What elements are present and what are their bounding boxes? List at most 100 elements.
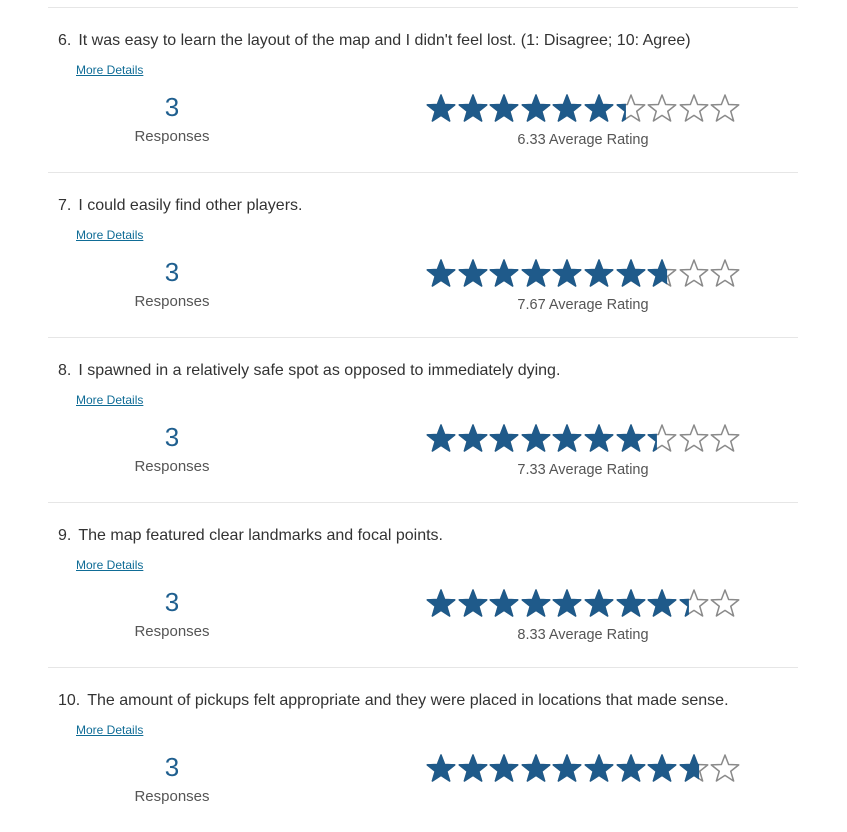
responses-label: Responses bbox=[134, 293, 210, 310]
rating-summary: 6.33 Average Rating bbox=[425, 92, 741, 148]
star-filled-icon bbox=[457, 422, 489, 454]
responses-summary: 3 Responses bbox=[112, 752, 232, 805]
rating-summary: 8.33 Average Rating bbox=[425, 587, 741, 643]
star-filled-icon bbox=[457, 587, 489, 619]
star-rating bbox=[425, 422, 741, 454]
question-text: The map featured clear landmarks and foc… bbox=[78, 527, 443, 544]
more-details-link[interactable]: More Details bbox=[76, 393, 143, 407]
question-number: 6. bbox=[58, 32, 72, 49]
star-filled-icon bbox=[551, 257, 583, 289]
responses-summary: 3 Responses bbox=[112, 422, 232, 475]
star-rating bbox=[425, 587, 741, 619]
star-empty-icon bbox=[709, 422, 741, 454]
question-number: 7. bbox=[58, 197, 72, 214]
question-text: I could easily find other players. bbox=[78, 197, 303, 214]
star-filled-icon bbox=[488, 92, 520, 124]
star-half-icon bbox=[615, 92, 647, 124]
question-text: I spawned in a relatively safe spot as o… bbox=[78, 362, 561, 379]
star-filled-icon bbox=[583, 587, 615, 619]
star-half-icon bbox=[678, 752, 710, 784]
star-empty-icon bbox=[646, 92, 678, 124]
star-half-icon bbox=[646, 257, 678, 289]
star-filled-icon bbox=[520, 587, 552, 619]
question-card: 7. I could easily find other players. Mor… bbox=[48, 173, 798, 338]
average-rating-label: 8.33 Average Rating bbox=[517, 627, 649, 643]
more-details-link[interactable]: More Details bbox=[76, 723, 143, 737]
star-filled-icon bbox=[615, 257, 647, 289]
star-filled-icon bbox=[457, 92, 489, 124]
question-card: 10. The amount of pickups felt appropriat… bbox=[48, 668, 798, 832]
question-card: 8. I spawned in a relatively safe spot as… bbox=[48, 338, 798, 503]
star-filled-icon bbox=[488, 752, 520, 784]
star-filled-icon bbox=[520, 92, 552, 124]
star-filled-icon bbox=[615, 587, 647, 619]
question-title: 10. The amount of pickups felt appropriat… bbox=[58, 692, 729, 710]
responses-summary: 3 Responses bbox=[112, 92, 232, 145]
star-filled-icon bbox=[425, 257, 457, 289]
star-filled-icon bbox=[583, 257, 615, 289]
responses-label: Responses bbox=[134, 788, 210, 805]
question-text: The amount of pickups felt appropriate a… bbox=[87, 692, 729, 709]
more-details-link[interactable]: More Details bbox=[76, 63, 143, 77]
star-filled-icon bbox=[488, 587, 520, 619]
star-empty-icon bbox=[678, 92, 710, 124]
star-filled-icon bbox=[615, 422, 647, 454]
star-filled-icon bbox=[457, 257, 489, 289]
average-rating-label: 6.33 Average Rating bbox=[517, 132, 649, 148]
question-title: 9. The map featured clear landmarks and f… bbox=[58, 527, 443, 545]
rating-summary bbox=[425, 752, 741, 792]
star-empty-icon bbox=[678, 422, 710, 454]
star-empty-icon bbox=[709, 92, 741, 124]
responses-label: Responses bbox=[134, 623, 210, 640]
star-filled-icon bbox=[425, 752, 457, 784]
responses-count: 3 bbox=[164, 92, 180, 122]
star-filled-icon bbox=[520, 257, 552, 289]
star-empty-icon bbox=[709, 752, 741, 784]
more-details-link[interactable]: More Details bbox=[76, 558, 143, 572]
star-filled-icon bbox=[583, 92, 615, 124]
question-card: 6. It was easy to learn the layout of the… bbox=[48, 8, 798, 173]
responses-summary: 3 Responses bbox=[112, 257, 232, 310]
star-rating bbox=[425, 92, 741, 124]
star-filled-icon bbox=[551, 92, 583, 124]
star-filled-icon bbox=[646, 587, 678, 619]
star-filled-icon bbox=[615, 752, 647, 784]
star-filled-icon bbox=[646, 752, 678, 784]
star-rating bbox=[425, 752, 741, 784]
more-details-link[interactable]: More Details bbox=[76, 228, 143, 242]
star-filled-icon bbox=[457, 752, 489, 784]
average-rating-label: 7.33 Average Rating bbox=[517, 462, 649, 478]
star-half-icon bbox=[646, 422, 678, 454]
rating-summary: 7.33 Average Rating bbox=[425, 422, 741, 478]
responses-count: 3 bbox=[164, 587, 180, 617]
responses-label: Responses bbox=[134, 458, 210, 475]
responses-count: 3 bbox=[164, 257, 180, 287]
rating-summary: 7.67 Average Rating bbox=[425, 257, 741, 313]
results-list: 6. It was easy to learn the layout of the… bbox=[48, 0, 798, 832]
star-rating bbox=[425, 257, 741, 289]
star-filled-icon bbox=[551, 587, 583, 619]
star-filled-icon bbox=[551, 752, 583, 784]
responses-label: Responses bbox=[134, 128, 210, 145]
responses-count: 3 bbox=[164, 422, 180, 452]
responses-summary: 3 Responses bbox=[112, 587, 232, 640]
star-filled-icon bbox=[551, 422, 583, 454]
star-filled-icon bbox=[520, 752, 552, 784]
star-empty-icon bbox=[709, 587, 741, 619]
question-text: It was easy to learn the layout of the m… bbox=[78, 32, 691, 49]
star-filled-icon bbox=[520, 422, 552, 454]
question-number: 8. bbox=[58, 362, 72, 379]
question-number: 9. bbox=[58, 527, 72, 544]
responses-count: 3 bbox=[164, 752, 180, 782]
star-filled-icon bbox=[583, 422, 615, 454]
star-empty-icon bbox=[678, 257, 710, 289]
star-half-icon bbox=[678, 587, 710, 619]
question-title: 8. I spawned in a relatively safe spot as… bbox=[58, 362, 560, 380]
star-filled-icon bbox=[488, 422, 520, 454]
question-card: 9. The map featured clear landmarks and f… bbox=[48, 503, 798, 668]
question-title: 7. I could easily find other players. bbox=[58, 197, 302, 215]
star-filled-icon bbox=[425, 587, 457, 619]
question-number: 10. bbox=[58, 692, 81, 709]
star-filled-icon bbox=[425, 422, 457, 454]
star-filled-icon bbox=[488, 257, 520, 289]
